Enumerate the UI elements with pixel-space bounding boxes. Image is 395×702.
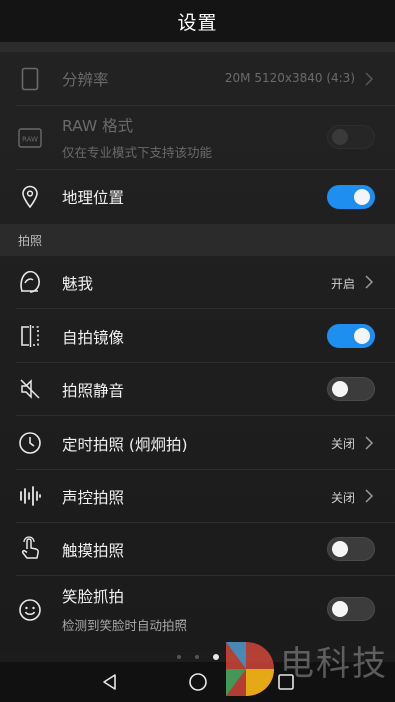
row-beauty-value: 开启: [330, 277, 355, 291]
row-timer-label: 定时拍照 (炯炯拍): [62, 436, 188, 454]
row-smile[interactable]: 笑脸抓拍 检测到笑脸时自动拍照: [16, 576, 395, 644]
toggle-knob: [332, 129, 348, 145]
row-touch[interactable]: 触摸拍照: [16, 523, 395, 576]
row-touch-label: 触摸拍照: [62, 542, 125, 560]
toggle-knob: [354, 189, 370, 205]
page-indicator: [0, 652, 395, 662]
smile-toggle[interactable]: [327, 597, 375, 621]
toggle-knob: [332, 601, 348, 617]
row-raw-label: RAW 格式: [62, 117, 134, 135]
location-pin-icon: [16, 183, 44, 211]
row-location-label: 地理位置: [62, 189, 125, 207]
title-bar: 设置: [0, 0, 395, 42]
row-voice[interactable]: 声控拍照 关闭: [16, 470, 395, 523]
toggle-knob: [332, 541, 348, 557]
row-raw[interactable]: RAW RAW 格式 仅在专业模式下支持该功能: [16, 106, 395, 170]
phone-icon: [16, 65, 44, 93]
touch-toggle[interactable]: [327, 537, 375, 561]
row-location[interactable]: 地理位置: [16, 170, 395, 224]
section-header-photo: 拍照: [0, 224, 395, 256]
page-dot: [176, 655, 181, 659]
smile-face-icon: [16, 596, 44, 624]
row-voice-value: 关闭: [330, 491, 355, 505]
page-title: 设置: [177, 11, 218, 34]
toggle-knob: [332, 381, 348, 397]
page-dot-active: [212, 654, 219, 660]
home-circle-icon: [188, 673, 207, 691]
toggle-knob: [354, 328, 370, 344]
row-beauty-label: 魅我: [62, 275, 94, 293]
top-divider: [0, 42, 395, 52]
beauty-face-icon: [16, 268, 44, 296]
mirror-icon: [16, 322, 44, 350]
mirror-toggle[interactable]: [327, 324, 375, 348]
row-mirror[interactable]: 自拍镜像: [16, 309, 395, 363]
row-resolution-label: 分辨率: [62, 71, 109, 89]
row-timer[interactable]: 定时拍照 (炯炯拍) 关闭: [16, 416, 395, 470]
voice-wave-icon: [16, 482, 44, 510]
row-beauty[interactable]: 魅我 开启: [16, 256, 395, 309]
chevron-right-icon: [365, 72, 374, 86]
svg-text:RAW: RAW: [22, 136, 38, 144]
location-toggle[interactable]: [327, 185, 375, 209]
page-dot: [194, 655, 199, 659]
row-voice-label: 声控拍照: [62, 489, 125, 507]
back-triangle-icon: [102, 674, 116, 690]
recents-button[interactable]: [274, 670, 298, 694]
row-mute[interactable]: 拍照静音: [16, 363, 395, 416]
row-mute-label: 拍照静音: [62, 382, 125, 400]
raw-icon: RAW: [16, 124, 44, 152]
navigation-bar: [0, 662, 395, 702]
row-smile-label: 笑脸抓拍: [62, 588, 125, 606]
section-photo-label: 拍照: [18, 233, 43, 248]
mute-toggle[interactable]: [327, 377, 375, 401]
clock-icon: [16, 429, 44, 457]
chevron-right-icon: [365, 436, 374, 450]
row-mirror-label: 自拍镜像: [62, 329, 125, 347]
back-button[interactable]: [98, 670, 122, 694]
row-timer-value: 关闭: [330, 437, 355, 451]
row-resolution-value: 20M 5120x3840 (4:3): [224, 71, 355, 85]
chevron-right-icon: [365, 275, 374, 289]
recents-square-icon: [277, 674, 294, 690]
chevron-right-icon: [365, 489, 374, 503]
touch-finger-icon: [16, 535, 44, 563]
mute-icon: [16, 375, 44, 403]
home-button[interactable]: [186, 670, 210, 694]
row-resolution[interactable]: 分辨率 20M 5120x3840 (4:3): [16, 52, 395, 106]
row-raw-sub: 仅在专业模式下支持该功能: [62, 145, 213, 160]
settings-list[interactable]: 分辨率 20M 5120x3840 (4:3) RAW RAW 格式 仅在专业模…: [0, 42, 395, 652]
row-smile-sub: 检测到笑脸时自动拍照: [62, 618, 188, 633]
raw-toggle[interactable]: [327, 125, 375, 149]
